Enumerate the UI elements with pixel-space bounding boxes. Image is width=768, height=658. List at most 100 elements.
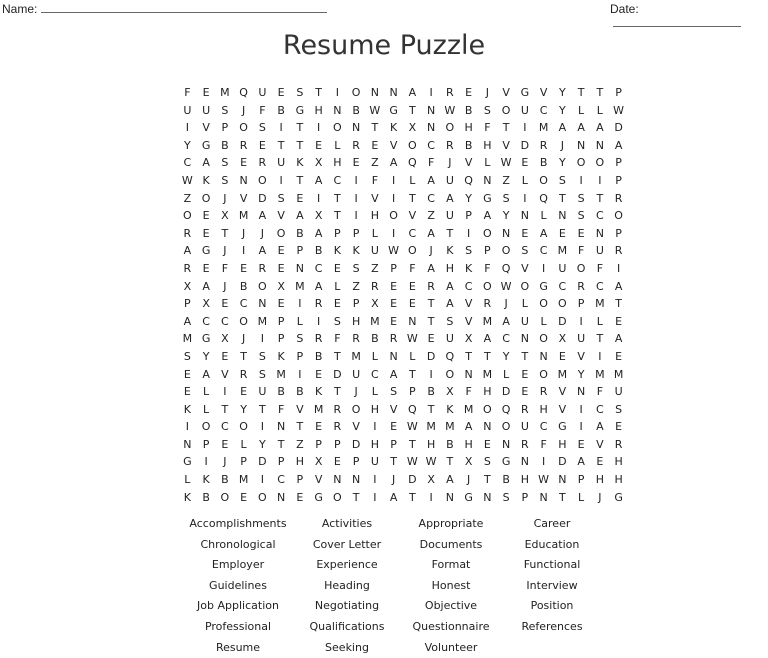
grid-letter[interactable]: W (178, 172, 197, 190)
grid-letter[interactable]: K (272, 348, 291, 366)
grid-letter[interactable]: R (253, 260, 272, 278)
grid-letter[interactable]: E (253, 137, 272, 155)
grid-letter[interactable]: J (441, 154, 460, 172)
grid-letter[interactable]: F (253, 102, 272, 120)
grid-letter[interactable]: V (553, 383, 572, 401)
grid-letter[interactable]: P (572, 471, 591, 489)
grid-letter[interactable]: Y (572, 366, 591, 384)
grid-letter[interactable]: U (272, 154, 291, 172)
grid-letter[interactable]: X (553, 330, 572, 348)
grid-letter[interactable]: A (384, 154, 403, 172)
grid-letter[interactable]: Q (403, 401, 422, 419)
grid-letter[interactable]: F (591, 383, 610, 401)
grid-letter[interactable]: N (422, 102, 441, 120)
grid-letter[interactable]: B (272, 383, 291, 401)
grid-letter[interactable]: F (216, 260, 235, 278)
grid-letter[interactable]: E (291, 489, 310, 507)
grid-letter[interactable]: T (441, 453, 460, 471)
grid-letter[interactable]: A (609, 137, 628, 155)
grid-letter[interactable]: I (572, 172, 591, 190)
grid-letter[interactable]: Q (497, 260, 516, 278)
grid-letter[interactable]: R (328, 418, 347, 436)
grid-letter[interactable]: V (291, 401, 310, 419)
grid-letter[interactable]: P (459, 207, 478, 225)
grid-letter[interactable]: E (384, 295, 403, 313)
grid-letter[interactable]: X (197, 295, 216, 313)
grid-letter[interactable]: C (272, 471, 291, 489)
grid-letter[interactable]: G (291, 102, 310, 120)
grid-letter[interactable]: P (178, 295, 197, 313)
grid-letter[interactable]: O (384, 207, 403, 225)
grid-letter[interactable]: J (591, 489, 610, 507)
grid-letter[interactable]: A (609, 330, 628, 348)
grid-letter[interactable]: X (309, 154, 328, 172)
grid-letter[interactable]: U (347, 366, 366, 384)
grid-letter[interactable]: G (197, 242, 216, 260)
grid-letter[interactable]: N (328, 471, 347, 489)
grid-letter[interactable]: N (572, 137, 591, 155)
grid-letter[interactable]: D (553, 313, 572, 331)
grid-letter[interactable]: C (591, 207, 610, 225)
grid-letter[interactable]: E (347, 154, 366, 172)
grid-letter[interactable]: B (497, 471, 516, 489)
grid-letter[interactable]: B (234, 278, 253, 296)
grid-letter[interactable]: Z (497, 172, 516, 190)
grid-letter[interactable]: A (478, 207, 497, 225)
grid-letter[interactable]: Y (553, 84, 572, 102)
grid-letter[interactable]: X (422, 471, 441, 489)
grid-letter[interactable]: C (534, 418, 553, 436)
grid-letter[interactable]: T (459, 348, 478, 366)
grid-letter[interactable]: I (291, 366, 310, 384)
grid-letter[interactable]: B (459, 137, 478, 155)
grid-letter[interactable]: U (366, 242, 385, 260)
grid-letter[interactable]: T (422, 313, 441, 331)
grid-letter[interactable]: O (534, 330, 553, 348)
grid-letter[interactable]: E (309, 366, 328, 384)
grid-letter[interactable]: E (197, 207, 216, 225)
grid-letter[interactable]: P (328, 225, 347, 243)
grid-letter[interactable]: B (347, 102, 366, 120)
grid-letter[interactable]: O (328, 119, 347, 137)
grid-letter[interactable]: R (441, 137, 460, 155)
grid-letter[interactable]: Y (178, 137, 197, 155)
grid-letter[interactable]: C (591, 401, 610, 419)
grid-letter[interactable]: M (234, 207, 253, 225)
grid-letter[interactable]: L (328, 278, 347, 296)
grid-letter[interactable]: S (216, 154, 235, 172)
grid-letter[interactable]: X (366, 295, 385, 313)
grid-letter[interactable]: S (572, 207, 591, 225)
grid-letter[interactable]: S (216, 102, 235, 120)
grid-letter[interactable]: D (497, 383, 516, 401)
grid-letter[interactable]: E (553, 225, 572, 243)
grid-letter[interactable]: D (328, 366, 347, 384)
grid-letter[interactable]: C (534, 242, 553, 260)
grid-letter[interactable]: A (309, 172, 328, 190)
grid-letter[interactable]: H (459, 436, 478, 454)
grid-letter[interactable]: S (328, 313, 347, 331)
grid-letter[interactable]: P (328, 436, 347, 454)
grid-letter[interactable]: H (291, 453, 310, 471)
grid-letter[interactable]: Y (197, 348, 216, 366)
grid-letter[interactable]: O (497, 102, 516, 120)
grid-letter[interactable]: N (328, 102, 347, 120)
grid-letter[interactable]: L (534, 207, 553, 225)
grid-letter[interactable]: C (178, 154, 197, 172)
grid-letter[interactable]: K (309, 383, 328, 401)
grid-letter[interactable]: T (478, 471, 497, 489)
grid-letter[interactable]: P (516, 489, 535, 507)
grid-letter[interactable]: D (609, 119, 628, 137)
grid-letter[interactable]: A (572, 119, 591, 137)
grid-letter[interactable]: R (516, 436, 535, 454)
grid-letter[interactable]: T (591, 190, 610, 208)
grid-letter[interactable]: J (216, 190, 235, 208)
grid-letter[interactable]: E (178, 366, 197, 384)
grid-letter[interactable]: W (384, 242, 403, 260)
grid-letter[interactable]: C (403, 225, 422, 243)
grid-letter[interactable]: J (234, 330, 253, 348)
grid-letter[interactable]: L (366, 225, 385, 243)
grid-letter[interactable]: A (497, 313, 516, 331)
grid-letter[interactable]: I (572, 418, 591, 436)
grid-letter[interactable]: A (178, 313, 197, 331)
grid-letter[interactable]: I (384, 225, 403, 243)
grid-letter[interactable]: V (216, 366, 235, 384)
